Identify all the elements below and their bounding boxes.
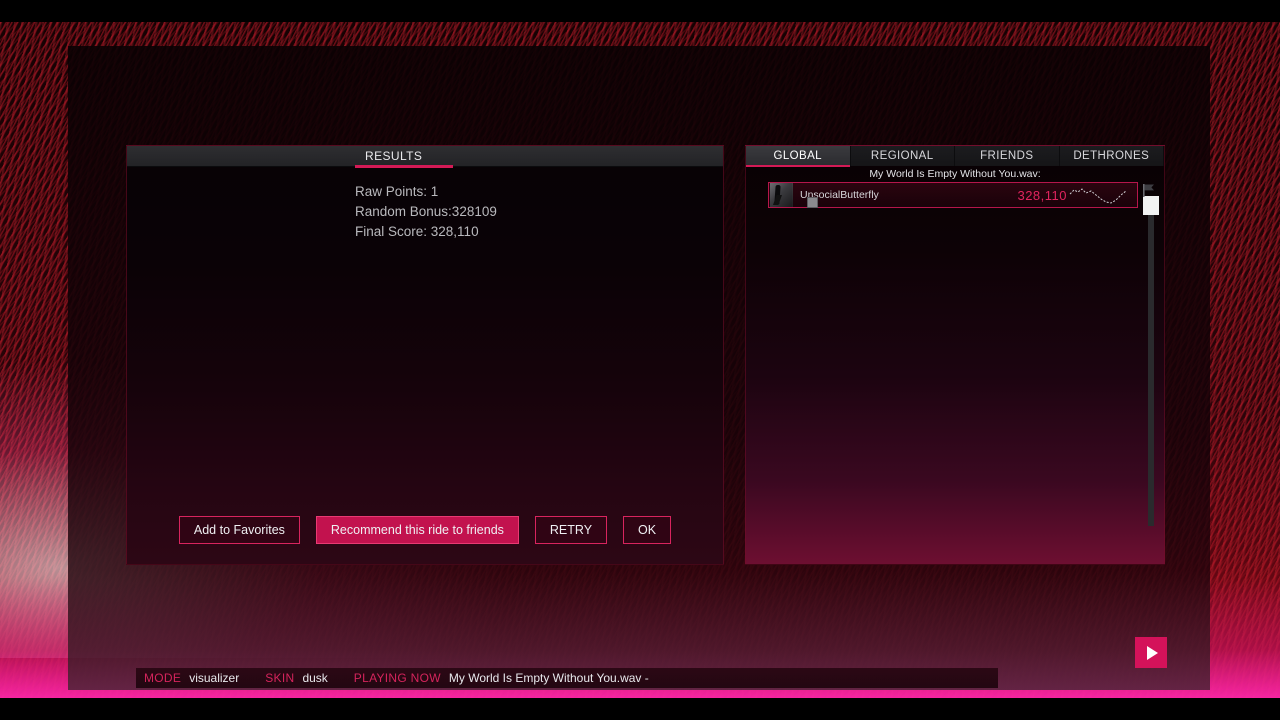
final-score-line: Final Score: 328,110 bbox=[355, 224, 479, 239]
letterbox-bottom bbox=[0, 698, 1280, 720]
status-skin-label: SKIN bbox=[265, 671, 295, 685]
raw-points-line: Raw Points: 1 bbox=[355, 184, 439, 199]
leaderboard-entry-score: 328,110 bbox=[1017, 187, 1067, 203]
results-panel: RESULTS Raw Points: 1 Random Bonus:32810… bbox=[126, 145, 724, 565]
tab-global[interactable]: GLOBAL bbox=[746, 146, 851, 167]
status-mode-label: MODE bbox=[144, 671, 182, 685]
avatar bbox=[770, 183, 793, 207]
status-mode-value: visualizer bbox=[189, 671, 240, 685]
leaderboard-entry-row[interactable]: UnsocialButterfly 328,110 bbox=[768, 182, 1138, 208]
status-bar: MODE visualizer SKIN dusk PLAYING NOW My… bbox=[136, 668, 998, 688]
score-breakdown: Raw Points: 1 Random Bonus:328109 Final … bbox=[355, 182, 497, 242]
play-button[interactable] bbox=[1135, 637, 1167, 668]
status-skin-value: dusk bbox=[302, 671, 328, 685]
results-button-row: Add to Favorites Recommend this ride to … bbox=[127, 515, 723, 544]
leaderboard-scrollbar-thumb[interactable] bbox=[1143, 196, 1159, 215]
score-sparkline-icon bbox=[1069, 188, 1127, 204]
leaderboard-panel: GLOBAL REGIONAL FRIENDS DETHRONES My Wor… bbox=[745, 145, 1165, 565]
leaderboard-song-title: My World Is Empty Without You.wav: bbox=[869, 168, 1041, 180]
results-body: Raw Points: 1 Random Bonus:328109 Final … bbox=[127, 167, 723, 564]
tab-results[interactable]: RESULTS bbox=[355, 146, 432, 166]
recommend-button[interactable]: Recommend this ride to friends bbox=[315, 515, 519, 544]
status-playing-value: My World Is Empty Without You.wav - bbox=[448, 671, 649, 685]
random-bonus-line: Random Bonus:328109 bbox=[355, 204, 497, 219]
dethrone-flag-icon bbox=[1143, 184, 1154, 197]
tab-friends[interactable]: FRIENDS bbox=[955, 146, 1060, 166]
tab-regional[interactable]: REGIONAL bbox=[850, 146, 955, 166]
leaderboard-scrollbar-track[interactable] bbox=[1148, 196, 1154, 526]
leaderboard-tabs: GLOBAL REGIONAL FRIENDS DETHRONES bbox=[746, 146, 1164, 167]
tab-dethrones[interactable]: DETHRONES bbox=[1059, 146, 1164, 166]
ok-button[interactable]: OK bbox=[623, 515, 672, 544]
game-screen: RESULTS Raw Points: 1 Random Bonus:32810… bbox=[0, 0, 1280, 720]
replay-badge-icon[interactable] bbox=[807, 197, 818, 208]
add-to-favorites-button[interactable]: Add to Favorites bbox=[178, 515, 300, 544]
play-icon bbox=[1147, 645, 1158, 660]
status-playing-label: PLAYING NOW bbox=[353, 671, 441, 685]
retry-button[interactable]: RETRY bbox=[534, 515, 608, 544]
letterbox-top bbox=[0, 0, 1280, 22]
